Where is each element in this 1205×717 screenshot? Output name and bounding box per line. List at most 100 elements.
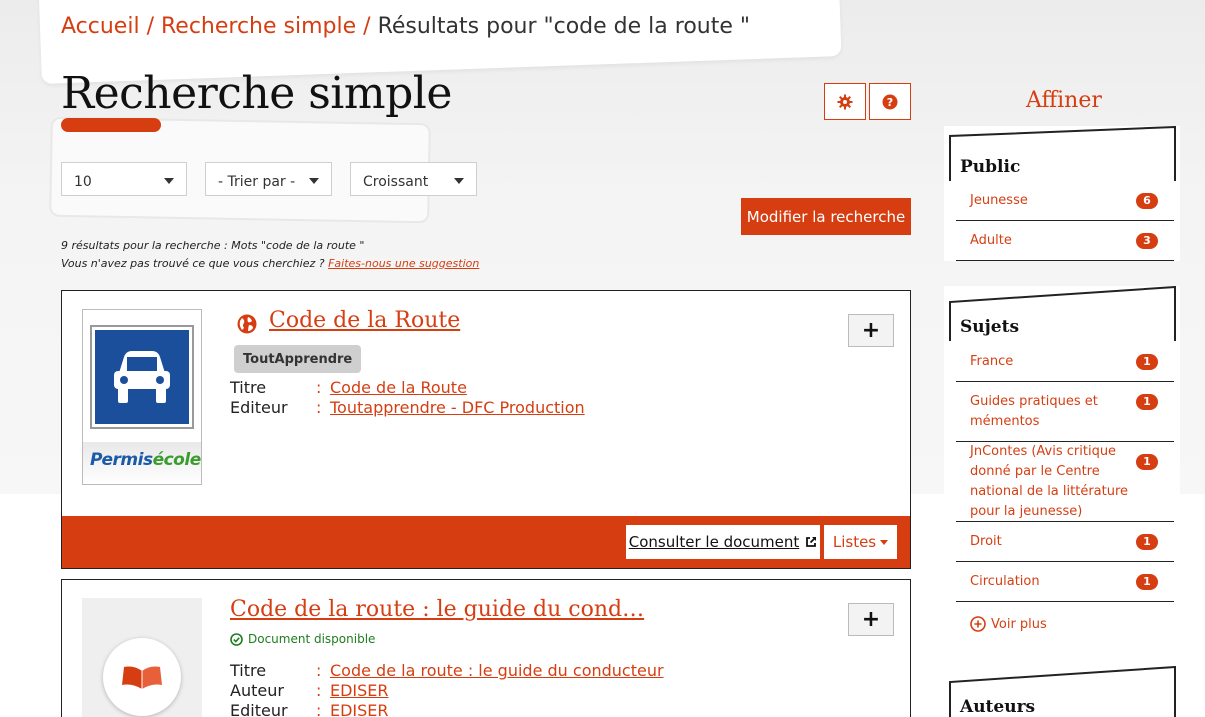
refine-title: Affiner <box>1026 88 1102 113</box>
facet-public: Public Jeunesse 6 Adulte 3 <box>944 126 1180 261</box>
facet-authors: Auteurs <box>944 666 1180 717</box>
field-value-link[interactable]: EDISER <box>330 681 389 700</box>
suggestion-link[interactable]: Faites-nous une suggestion <box>328 257 479 270</box>
help-button[interactable]: ? <box>869 83 911 120</box>
order-select[interactable]: Croissant <box>350 162 477 196</box>
see-more-button[interactable]: Voir plus <box>970 616 1047 632</box>
breadcrumb-separator: / <box>146 14 154 39</box>
facet-item[interactable]: Jeunesse 6 <box>956 181 1174 221</box>
field-label: Editeur <box>230 398 288 417</box>
open-book-icon <box>122 666 162 689</box>
facet-count-badge: 1 <box>1136 574 1158 590</box>
facet-item-label: Adulte <box>970 232 1012 248</box>
page-size-select[interactable]: 10 <box>61 162 187 196</box>
result-card: Permisécole Code de la Route ToutApprend… <box>61 290 911 569</box>
field-row: Editeur: EDISER <box>230 701 389 717</box>
facet-header: Public <box>944 126 1180 181</box>
modify-search-button[interactable]: Modifier la recherche <box>741 198 911 235</box>
facet-subjects: Sujets France 1 Guides pratiques et méme… <box>944 286 1180 666</box>
not-found-text: Vous n'avez pas trouvé ce que vous cherc… <box>61 257 325 270</box>
facet-item[interactable]: Guides pratiques et mémentos 1 <box>956 382 1174 442</box>
result-action-bar: Consulter le document Listes <box>62 516 910 568</box>
facet-count-badge: 1 <box>1136 354 1158 370</box>
facet-item[interactable]: France 1 <box>956 342 1174 382</box>
page-title: Recherche simple <box>61 68 452 119</box>
chevron-down-icon <box>309 178 319 184</box>
facet-header: Auteurs <box>944 666 1180 717</box>
order-value: Croissant <box>363 174 429 190</box>
facet-item[interactable]: Adulte 3 <box>956 221 1174 261</box>
field-label: Titre <box>230 378 267 397</box>
result-thumbnail[interactable]: Permisécole <box>82 309 202 485</box>
facet-item[interactable]: JnContes (Avis critique donné par le Cen… <box>956 442 1174 522</box>
facet-count-badge: 1 <box>1136 534 1158 550</box>
add-to-list-button[interactable]: + <box>848 603 894 636</box>
field-value-link[interactable]: Code de la route : le guide du conducteu… <box>330 661 664 680</box>
results-count-text: 9 résultats pour la recherche : Mots "co… <box>61 239 365 252</box>
add-to-list-button[interactable]: + <box>848 314 894 347</box>
field-colon: : <box>316 661 322 680</box>
check-circle-icon <box>230 632 243 646</box>
gear-icon <box>837 94 853 109</box>
breadcrumb: Accueil / Recherche simple / Résultats p… <box>61 14 750 39</box>
availability-text: Document disponible <box>248 632 376 646</box>
settings-button[interactable] <box>824 83 866 120</box>
field-colon: : <box>316 681 322 700</box>
field-colon: : <box>316 378 322 397</box>
field-row: Titre: Code de la route : le guide du con… <box>230 661 664 680</box>
breadcrumb-search-link[interactable]: Recherche simple <box>161 14 356 39</box>
facet-count-badge: 6 <box>1136 193 1158 209</box>
breadcrumb-home-link[interactable]: Accueil <box>61 14 140 39</box>
sort-value: - Trier par - <box>218 174 296 190</box>
source-badge: ToutApprendre <box>234 345 362 373</box>
field-value-link[interactable]: Code de la Route <box>330 378 467 397</box>
chevron-down-icon <box>164 178 174 184</box>
field-label: Titre <box>230 661 267 680</box>
field-row: Titre: Code de la Route <box>230 378 467 397</box>
consult-label: Consulter le document <box>628 533 800 551</box>
field-row: Auteur: EDISER <box>230 681 389 700</box>
facet-item-label: Jeunesse <box>970 192 1028 208</box>
sort-select[interactable]: - Trier par - <box>205 162 332 196</box>
question-icon: ? <box>882 94 898 109</box>
facet-count-badge: 1 <box>1136 394 1158 410</box>
result-thumbnail[interactable] <box>82 598 202 717</box>
caret-down-icon <box>880 539 889 545</box>
facet-count-badge: 1 <box>1136 454 1158 470</box>
field-label: Editeur <box>230 701 288 717</box>
svg-text:?: ? <box>887 96 893 109</box>
search-info: 9 résultats pour la recherche : Mots "co… <box>61 237 479 273</box>
result-title-link[interactable]: Code de la Route <box>269 308 460 333</box>
facet-item-label: Circulation <box>970 573 1040 589</box>
field-value-link[interactable]: EDISER <box>330 701 389 717</box>
field-value-link[interactable]: Toutapprendre - DFC Production <box>330 398 585 417</box>
consult-document-button[interactable]: Consulter le document <box>626 525 820 559</box>
field-colon: : <box>316 398 322 417</box>
globe-icon <box>237 314 257 334</box>
permisecole-logo: Permisécole <box>90 450 201 470</box>
result-card: Code de la route : le guide du cond… Doc… <box>61 579 911 717</box>
result-title-link[interactable]: Code de la route : le guide du cond… <box>230 597 644 622</box>
availability-status: Document disponible <box>230 632 375 646</box>
facet-item-label: Droit <box>970 533 1002 549</box>
facet-title: Auteurs <box>960 697 1036 717</box>
field-label: Auteur <box>230 681 284 700</box>
facet-item-label: Guides pratiques et mémentos <box>970 393 1098 429</box>
book-placeholder <box>103 638 181 716</box>
car-icon <box>114 351 170 403</box>
lists-label: Listes <box>832 533 877 551</box>
facet-item[interactable]: Droit 1 <box>956 522 1174 562</box>
breadcrumb-separator: / <box>363 14 371 39</box>
facet-item-label: JnContes (Avis critique donné par le Cen… <box>970 443 1129 519</box>
field-colon: : <box>316 701 322 717</box>
facet-item-label: France <box>970 353 1014 369</box>
suggestion-line: Vous n'avez pas trouvé ce que vous cherc… <box>61 255 479 273</box>
chevron-down-icon <box>454 178 464 184</box>
facet-item[interactable]: Circulation 1 <box>956 562 1174 602</box>
see-more-label: Voir plus <box>991 616 1047 632</box>
lists-dropdown-button[interactable]: Listes <box>824 525 897 559</box>
page-size-value: 10 <box>74 174 92 190</box>
external-link-icon <box>806 536 817 547</box>
plus-circle-icon <box>970 616 986 632</box>
field-row: Editeur: Toutapprendre - DFC Production <box>230 398 585 417</box>
